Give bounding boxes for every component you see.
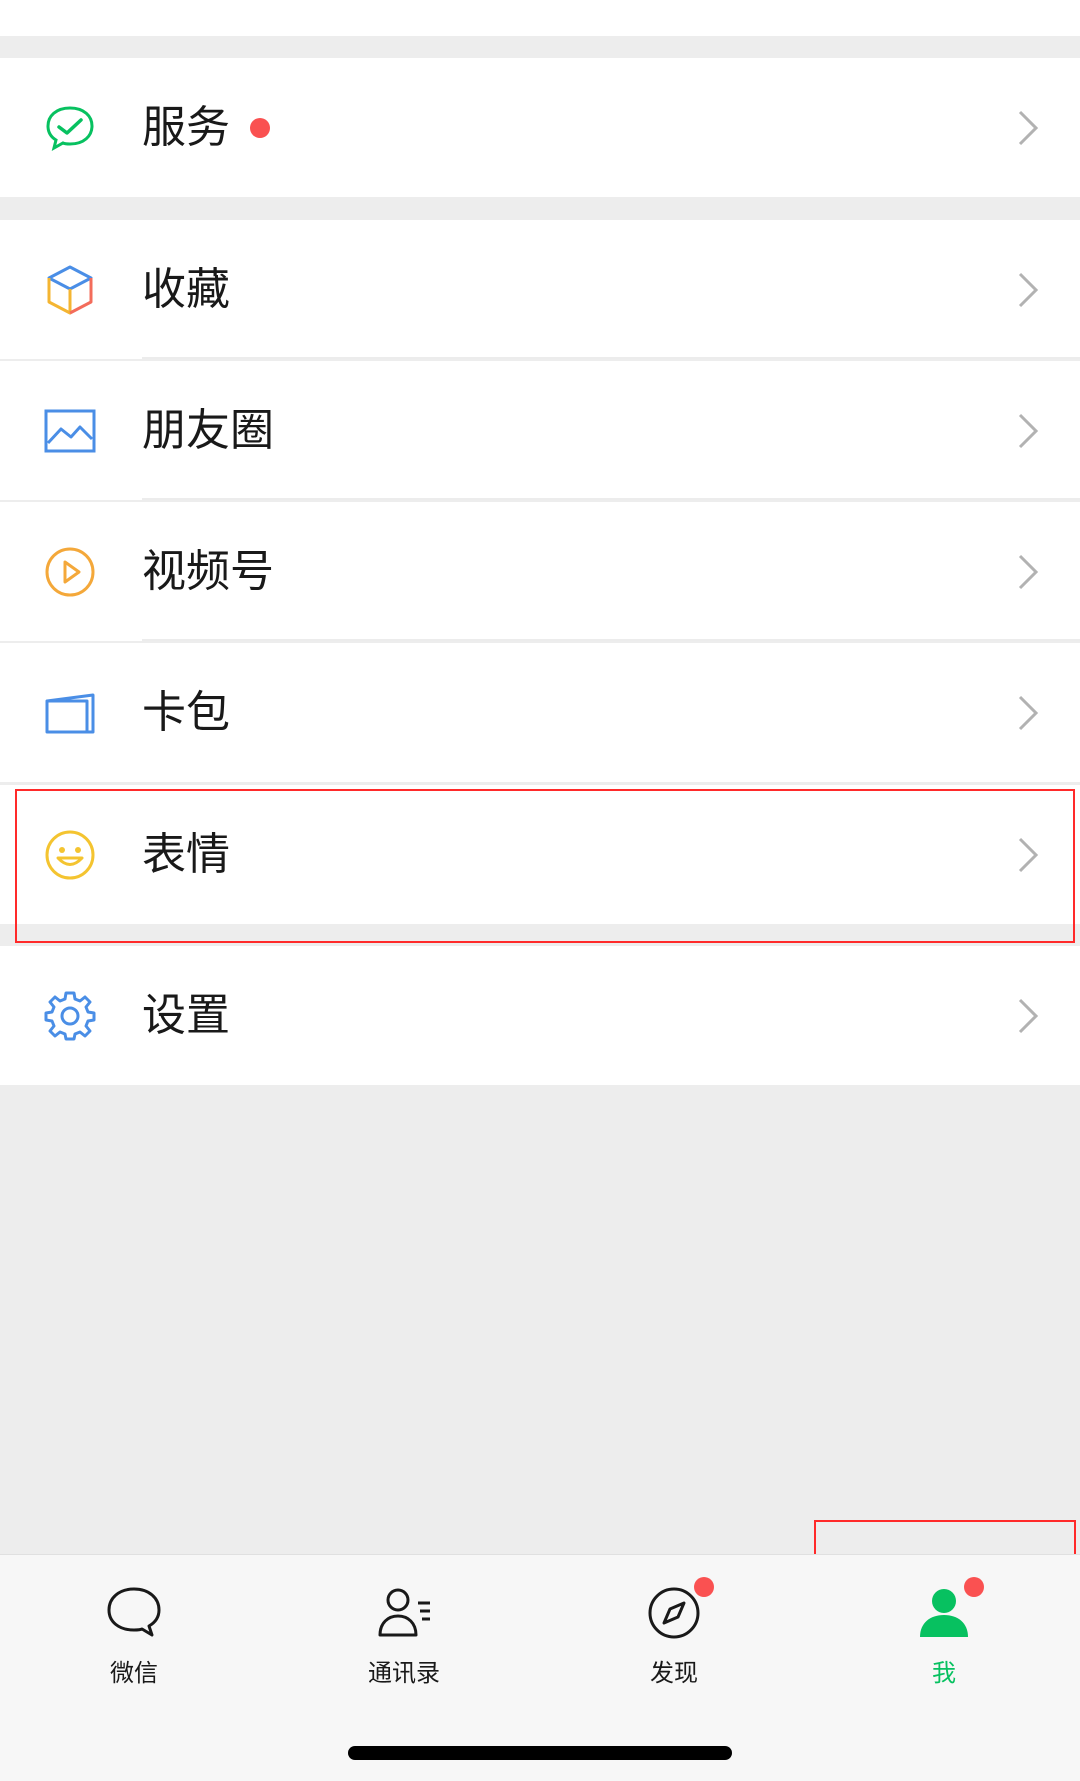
divider xyxy=(142,639,1080,641)
contacts-icon xyxy=(374,1583,434,1643)
picture-icon xyxy=(42,403,98,459)
chevron-right-icon xyxy=(1016,552,1040,592)
menu-item-cards[interactable]: 卡包 xyxy=(0,643,1080,782)
chevron-right-icon xyxy=(1016,411,1040,451)
chevron-right-icon xyxy=(1016,996,1040,1036)
menu-item-label: 设置 xyxy=(142,990,230,1041)
menu-item-services[interactable]: 服务 xyxy=(0,58,1080,197)
menu-item-label: 卡包 xyxy=(142,687,230,738)
services-notification-dot xyxy=(250,118,270,138)
divider xyxy=(142,357,1080,359)
chevron-right-icon xyxy=(1016,835,1040,875)
menu-item-label: 朋友圈 xyxy=(142,405,274,456)
menu-item-channels[interactable]: 视频号 xyxy=(0,502,1080,641)
tab-me[interactable]: 我 xyxy=(844,1575,1044,1695)
menu-item-label: 收藏 xyxy=(142,264,230,315)
services-icon xyxy=(42,100,98,156)
menu-item-label: 视频号 xyxy=(142,546,274,597)
tab-discover[interactable]: 发现 xyxy=(574,1575,774,1695)
menu-item-label: 服务 xyxy=(142,102,230,153)
menu-item-label: 表情 xyxy=(142,829,230,880)
chevron-right-icon xyxy=(1016,693,1040,733)
gear-icon xyxy=(42,988,98,1044)
tab-label: 发现 xyxy=(650,1659,698,1687)
chevron-right-icon xyxy=(1016,270,1040,310)
chevron-right-icon xyxy=(1016,108,1040,148)
wallet-icon xyxy=(42,685,98,741)
tab-contacts[interactable]: 通讯录 xyxy=(304,1575,504,1695)
tab-label: 微信 xyxy=(110,1659,158,1687)
smiley-face-icon xyxy=(42,827,98,883)
chat-bubble-icon xyxy=(104,1583,164,1643)
top-strip xyxy=(0,0,1080,36)
menu-item-settings[interactable]: 设置 xyxy=(0,946,1080,1085)
discover-badge-dot xyxy=(694,1577,714,1597)
divider xyxy=(142,498,1080,500)
menu-item-favorites[interactable]: 收藏 xyxy=(0,220,1080,359)
tab-chats[interactable]: 微信 xyxy=(34,1575,234,1695)
menu-item-stickers[interactable]: 表情 xyxy=(0,785,1080,924)
me-badge-dot xyxy=(964,1577,984,1597)
menu-item-moments[interactable]: 朋友圈 xyxy=(0,361,1080,500)
home-indicator xyxy=(348,1746,732,1760)
play-circle-icon xyxy=(42,544,98,600)
tab-label: 我 xyxy=(932,1659,956,1687)
cube-icon xyxy=(42,262,98,318)
tab-label: 通讯录 xyxy=(368,1659,440,1687)
